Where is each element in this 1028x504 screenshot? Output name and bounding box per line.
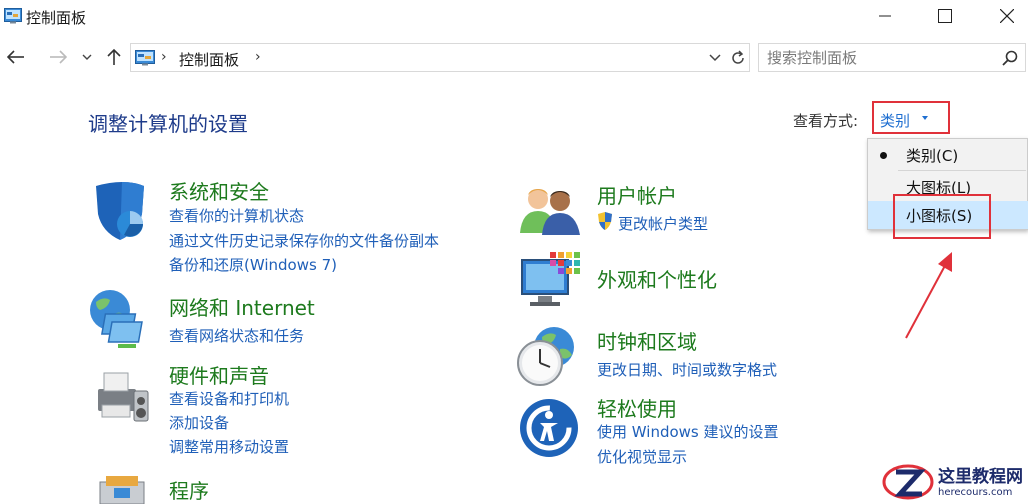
category-system-security[interactable]: 系统和安全: [169, 176, 269, 205]
chevron-right-icon[interactable]: ›: [161, 49, 167, 65]
link-backup-restore[interactable]: 备份和还原(Windows 7): [169, 254, 337, 275]
link-mobility-settings[interactable]: 调整常用移动设置: [169, 436, 289, 457]
view-by-value: 类别: [880, 112, 911, 130]
watermark-name: 这里教程网: [938, 467, 1023, 487]
refresh-button[interactable]: [727, 46, 749, 70]
search-input[interactable]: [767, 48, 987, 68]
appearance-icon: [521, 252, 580, 306]
minimize-button[interactable]: [862, 0, 908, 32]
title-bar: 控制面板: [0, 0, 1028, 32]
programs-icon: [99, 476, 145, 504]
search-button[interactable]: [999, 48, 1021, 68]
control-panel-icon: [4, 8, 22, 28]
link-change-account-type[interactable]: 更改帐户类型: [618, 213, 708, 234]
up-button[interactable]: [102, 46, 126, 68]
page-title: 调整计算机的设置: [88, 112, 248, 136]
link-optimize-visual-display[interactable]: 优化视觉显示: [597, 446, 687, 467]
link-file-history-backup[interactable]: 通过文件历史记录保存你的文件备份副本: [169, 230, 439, 251]
chevron-right-icon[interactable]: ›: [255, 49, 261, 65]
uac-shield-icon: [598, 212, 612, 230]
menu-item-category[interactable]: 类别(C): [868, 141, 1028, 169]
minimize-icon: [879, 15, 891, 17]
category-user-accounts[interactable]: 用户帐户: [597, 180, 677, 209]
link-view-computer-status[interactable]: 查看你的计算机状态: [169, 205, 304, 226]
address-bar[interactable]: › 控制面板 ›: [130, 43, 750, 72]
forward-button[interactable]: [46, 46, 70, 68]
address-dropdown-button[interactable]: [705, 46, 725, 70]
arrow-right-icon: [50, 50, 67, 64]
menu-separator: [898, 170, 1026, 171]
watermark-url: herecours.com: [938, 487, 1013, 498]
breadcrumb-control-panel[interactable]: 控制面板: [179, 49, 239, 70]
category-appearance-personalization[interactable]: 外观和个性化: [597, 264, 717, 293]
annotation-arrow-icon: [905, 252, 952, 339]
chevron-down-icon: [82, 54, 92, 60]
chevron-down-icon: [709, 54, 721, 62]
close-button[interactable]: [984, 0, 1028, 32]
ease-of-access-icon: [520, 399, 578, 457]
control-panel-icon: [135, 50, 155, 70]
link-network-status[interactable]: 查看网络状态和任务: [169, 325, 304, 346]
link-add-device[interactable]: 添加设备: [169, 412, 229, 433]
arrow-left-icon: [7, 50, 24, 64]
caret-down-icon: [922, 116, 928, 120]
refresh-icon: [732, 50, 744, 64]
category-ease-of-access[interactable]: 轻松使用: [597, 393, 677, 422]
search-box[interactable]: [758, 43, 1026, 72]
category-programs[interactable]: 程序: [169, 475, 209, 504]
back-button[interactable]: [4, 46, 28, 68]
watermark-logo-icon: [882, 464, 934, 500]
view-by-dropdown[interactable]: 类别: [872, 101, 950, 134]
annotation-highlight-box: [893, 194, 991, 239]
navigation-bar: › 控制面板 ›: [0, 40, 1028, 74]
maximize-button[interactable]: [922, 0, 968, 32]
link-change-date-time-format[interactable]: 更改日期、时间或数字格式: [597, 359, 777, 380]
network-globe-icon: [90, 290, 143, 348]
radio-bullet-icon: [880, 152, 887, 159]
category-clock-region[interactable]: 时钟和区域: [597, 326, 697, 355]
link-recommended-settings[interactable]: 使用 Windows 建议的设置: [597, 421, 779, 442]
search-icon: [1002, 50, 1018, 66]
view-by-label: 查看方式:: [793, 112, 859, 130]
printer-icon: [98, 372, 149, 422]
maximize-icon: [938, 9, 952, 23]
watermark-logo: 这里教程网 herecours.com: [880, 460, 1028, 504]
recent-locations-button[interactable]: [80, 46, 94, 68]
users-icon: [520, 189, 580, 235]
close-icon: [1000, 9, 1014, 23]
clock-globe-icon: [517, 327, 574, 386]
category-network-internet[interactable]: 网络和 Internet: [169, 292, 315, 321]
link-devices-printers[interactable]: 查看设备和打印机: [169, 388, 289, 409]
shield-icon: [96, 182, 144, 240]
window-title: 控制面板: [26, 9, 87, 27]
category-hardware-sound[interactable]: 硬件和声音: [169, 360, 269, 389]
arrow-up-icon: [107, 48, 121, 65]
